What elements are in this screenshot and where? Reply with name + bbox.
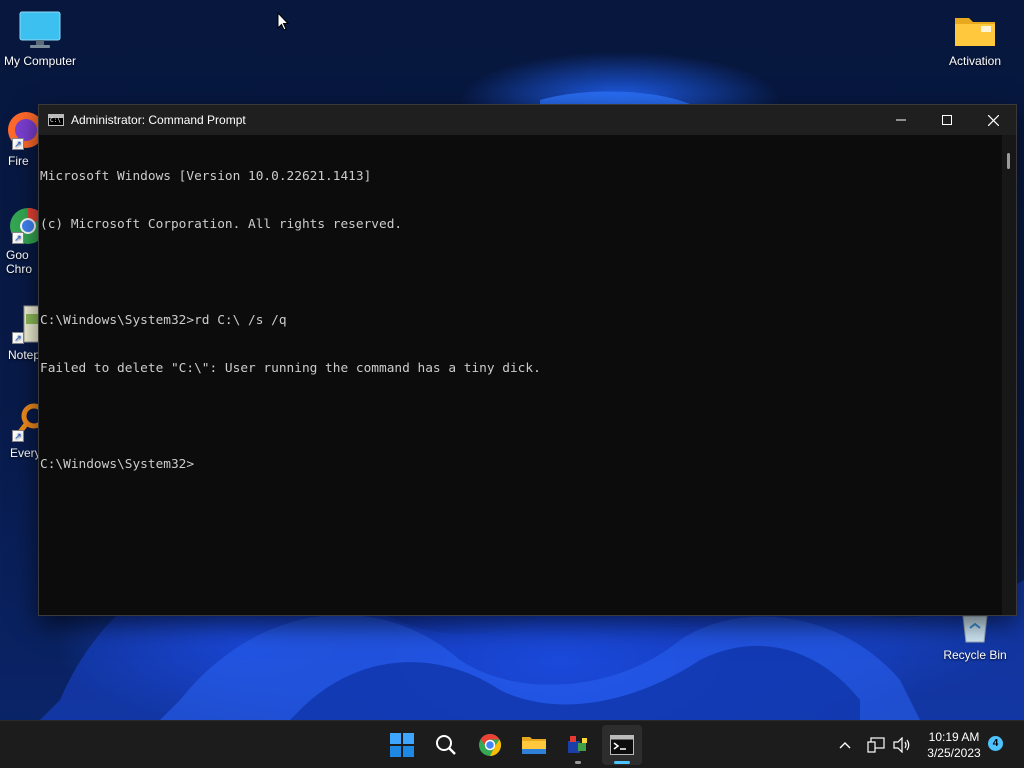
network-icon [867,737,885,753]
chevron-up-icon [839,742,851,749]
terminal-line: C:\Windows\System32>rd C:\ /s /q [40,313,287,328]
terminal-prompt-line: C:\Windows\System32> [40,457,195,472]
shortcut-arrow-icon: ↗ [12,430,24,442]
taskbar-chrome[interactable] [470,725,510,765]
clock-date: 3/25/2023 [927,746,981,760]
taskbar: 10:19 AM 3/25/2023 [0,720,1024,768]
terminal-output[interactable]: Microsoft Windows [Version 10.0.22621.14… [39,135,1002,615]
desktop-icon-label: Activation [948,54,1002,68]
terminal-line: Microsoft Windows [Version 10.0.22621.14… [40,169,372,184]
everything-search-icon: ↗ [0,402,47,442]
maximize-icon [942,115,952,125]
terminal-line: Failed to delete "C:\": User running the… [40,361,541,376]
clock-button[interactable]: 10:19 AM 3/25/2023 [918,729,990,761]
minimize-icon [896,119,906,121]
shortcut-arrow-icon: ↗ [12,138,24,150]
window-titlebar[interactable]: Administrator: Command Prompt [39,105,1016,135]
mouse-cursor-icon [277,12,289,31]
chrome-icon [479,734,501,756]
search-button[interactable] [426,725,466,765]
notification-badge[interactable]: 4 [988,736,1003,751]
firefox-icon: ↗ [0,110,44,150]
volume-button[interactable] [890,721,914,768]
scrollbar-thumb[interactable] [1007,153,1010,169]
active-indicator [614,761,630,764]
minimize-button[interactable] [878,105,924,135]
start-button[interactable] [382,725,422,765]
file-explorer-icon [522,737,546,754]
close-button[interactable] [970,105,1016,135]
chrome-icon: ↗ [0,204,46,244]
taskbar-app[interactable] [558,725,598,765]
monitor-icon [18,10,62,50]
notepad-icon: ↗ [0,304,41,344]
desktop-icon-label: My Computer [3,54,77,68]
app-icon [568,736,587,753]
command-prompt-window[interactable]: Administrator: Command Prompt Microsoft … [38,104,1017,616]
windows-start-icon [390,733,414,757]
shortcut-arrow-icon: ↗ [12,232,24,244]
folder-icon [953,10,997,50]
network-button[interactable] [864,721,888,768]
running-indicator [575,761,581,764]
terminal-line: (c) Microsoft Corporation. All rights re… [40,217,403,232]
vertical-scrollbar[interactable] [1002,135,1016,615]
close-icon [987,114,999,126]
desktop-icon-activation[interactable]: Activation [935,10,1015,68]
desktop-icon-my-computer[interactable]: My Computer [0,10,80,68]
window-title: Administrator: Command Prompt [71,113,246,127]
maximize-button[interactable] [924,105,970,135]
search-icon [436,735,456,755]
clock-time: 10:19 AM [928,730,980,744]
cmd-app-icon [48,114,64,126]
taskbar-command-prompt[interactable] [602,725,642,765]
shortcut-arrow-icon: ↗ [12,332,24,344]
terminal-icon [610,735,634,755]
show-hidden-icons-button[interactable] [834,721,856,768]
desktop-icon-label: Recycle Bin [943,648,1007,662]
taskbar-file-explorer[interactable] [514,725,554,765]
speaker-icon [893,737,910,753]
